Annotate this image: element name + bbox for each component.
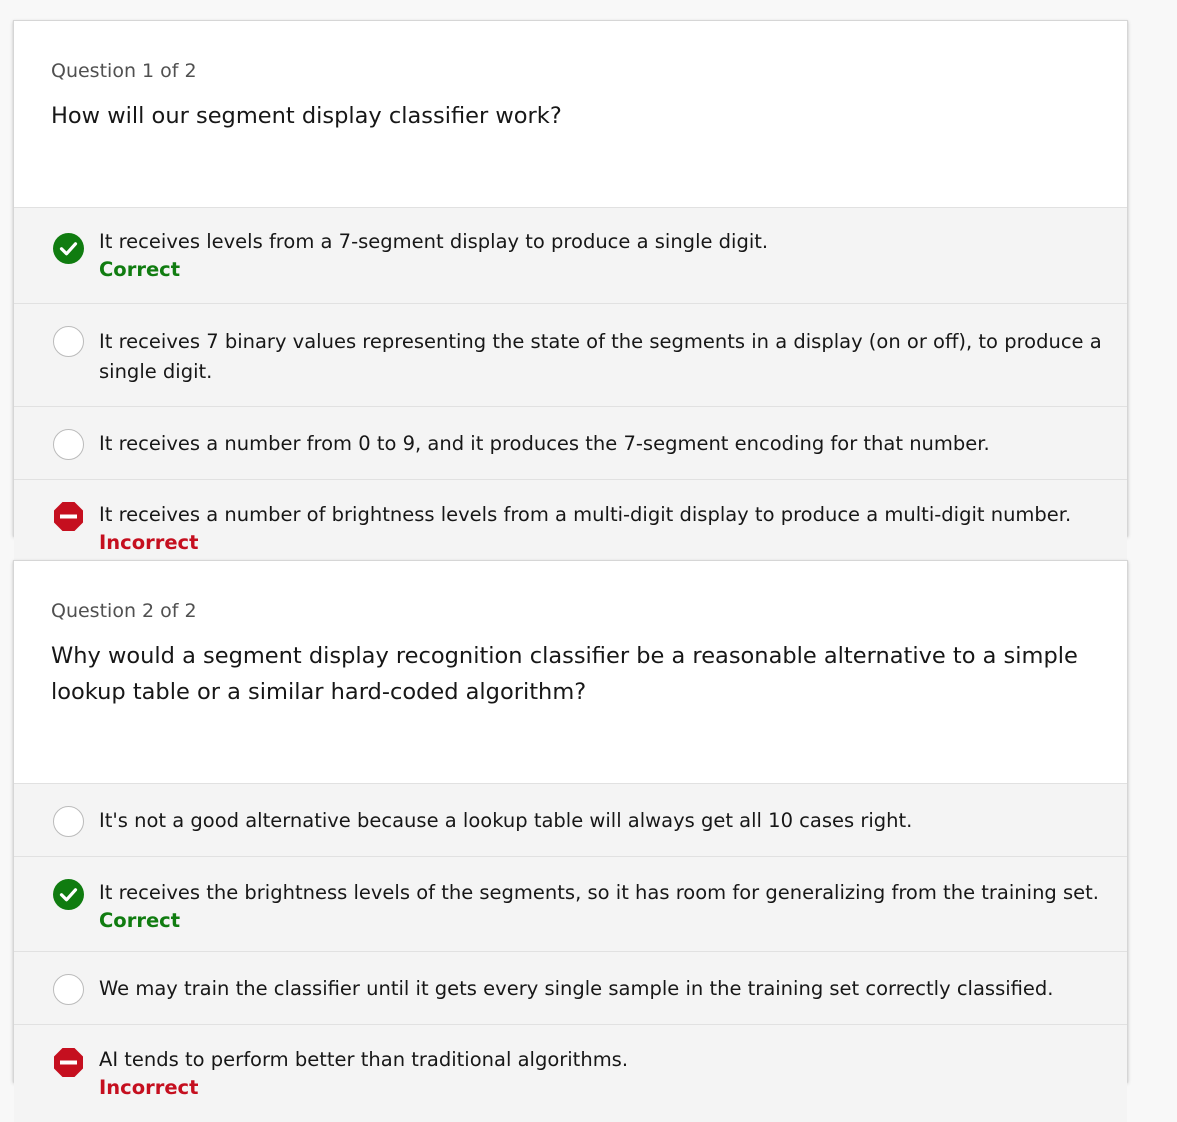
answer-option-1[interactable]: It's not a good alternative because a lo… — [14, 784, 1127, 857]
answer-option-1[interactable]: It receives levels from a 7-segment disp… — [14, 208, 1127, 304]
correct-label: Correct — [99, 909, 181, 932]
question-counter: Question 1 of 2 — [51, 60, 197, 82]
answer-option-3[interactable]: It receives a number from 0 to 9, and it… — [14, 407, 1127, 480]
option-text: It receives 7 binary values representing… — [99, 330, 1102, 383]
question-header: Question 2 of 2 Why would a segment disp… — [14, 561, 1127, 784]
correct-label: Correct — [99, 258, 181, 281]
check-circle-icon — [53, 233, 84, 264]
option-text: It's not a good alternative because a lo… — [99, 809, 913, 832]
incorrect-label: Incorrect — [99, 531, 199, 554]
radio-icon[interactable] — [53, 974, 84, 1005]
answer-option-2[interactable]: It receives 7 binary values representing… — [14, 304, 1127, 407]
radio-icon[interactable] — [53, 806, 84, 837]
option-text: It receives the brightness levels of the… — [99, 881, 1100, 904]
question-card-2: Question 2 of 2 Why would a segment disp… — [13, 560, 1128, 1122]
question-header: Question 1 of 2 How will our segment dis… — [14, 21, 1127, 208]
option-text: AI tends to perform better than traditio… — [99, 1048, 629, 1071]
question-card-1: Question 1 of 2 How will our segment dis… — [13, 20, 1128, 574]
option-text: We may train the classifier until it get… — [99, 977, 1054, 1000]
stop-icon — [53, 501, 84, 532]
radio-icon[interactable] — [53, 429, 84, 460]
answer-option-2[interactable]: It receives the brightness levels of the… — [14, 857, 1127, 952]
radio-icon[interactable] — [53, 326, 84, 357]
incorrect-label: Incorrect — [99, 1076, 199, 1099]
answer-option-3[interactable]: We may train the classifier until it get… — [14, 952, 1127, 1025]
question-text: Why would a segment display recognition … — [51, 643, 1078, 705]
answer-option-4[interactable]: AI tends to perform better than traditio… — [14, 1025, 1127, 1122]
option-text: It receives levels from a 7-segment disp… — [99, 230, 769, 253]
question-text: How will our segment display classifier … — [51, 103, 562, 129]
option-text: It receives a number from 0 to 9, and it… — [99, 432, 990, 455]
stop-icon — [53, 1047, 84, 1078]
check-circle-icon — [53, 879, 84, 910]
question-counter: Question 2 of 2 — [51, 600, 197, 622]
option-text: It receives a number of brightness level… — [99, 503, 1072, 526]
